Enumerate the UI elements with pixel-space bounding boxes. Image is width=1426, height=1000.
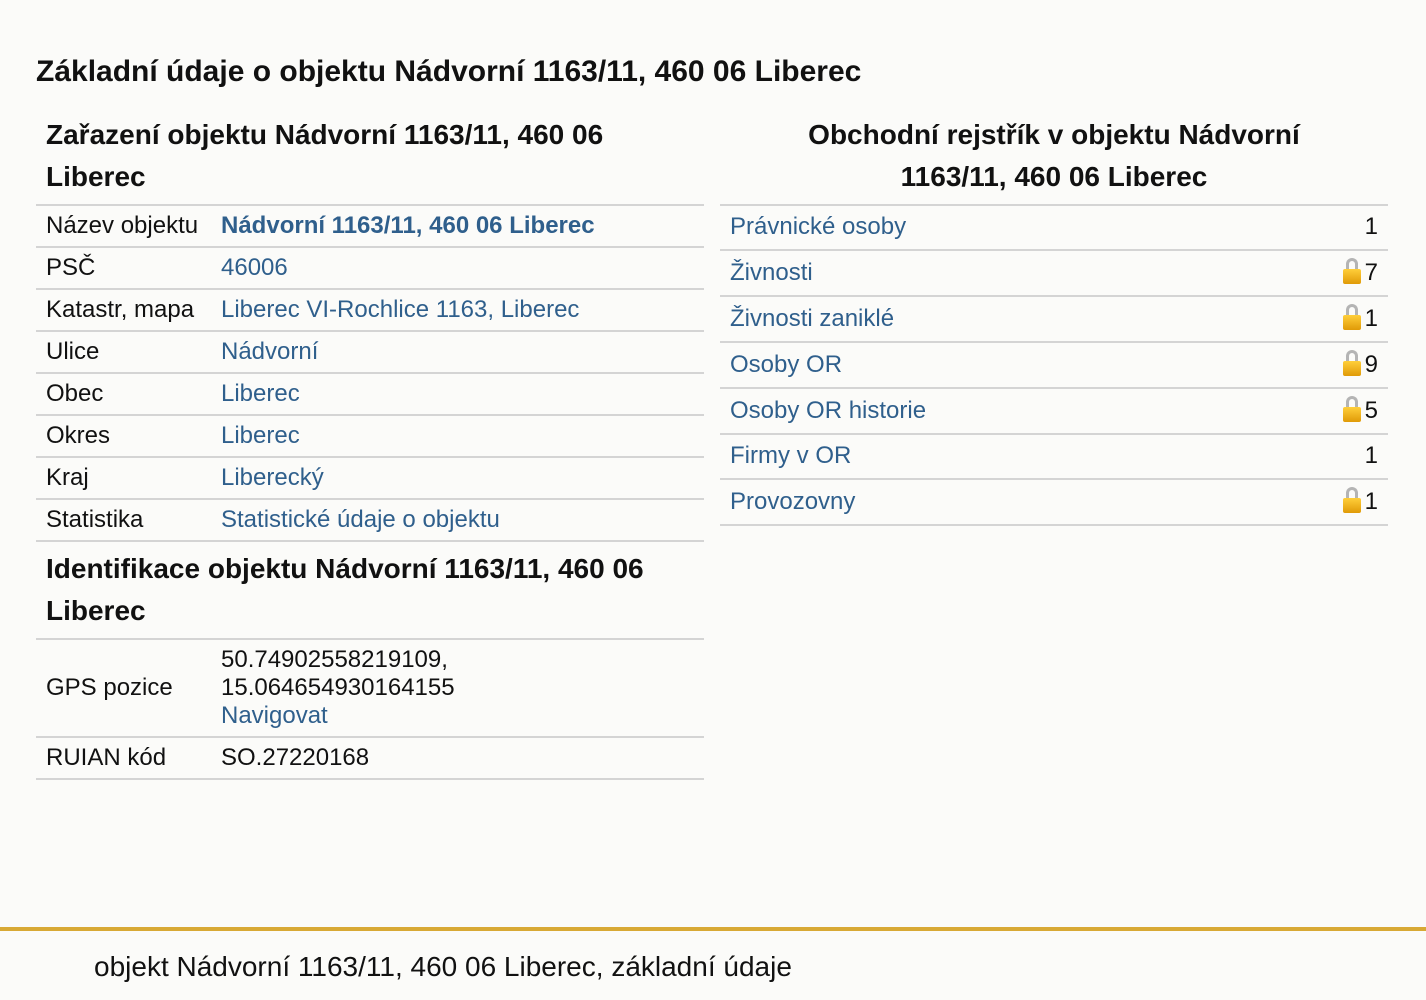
table-row: Kraj Liberecký: [36, 457, 704, 500]
row-label: Název objektu: [36, 205, 211, 248]
ruian-value: SO.27220168: [211, 737, 704, 780]
count-value: 5: [1364, 397, 1378, 424]
pravnicke-osoby-link[interactable]: Právnické osoby: [730, 213, 906, 240]
row-label: GPS pozice: [36, 639, 211, 738]
lock-icon: [1342, 396, 1361, 422]
count-value: 1: [1364, 488, 1378, 515]
section-title-zarazeni: Zařazení objektu Nádvorní 1163/11, 460 0…: [46, 119, 604, 192]
right-column: Obchodní rejstřík v objektu Nádvorní 116…: [720, 108, 1388, 526]
footer-text: objekt Nádvorní 1163/11, 460 06 Liberec,…: [94, 951, 792, 982]
lock-icon: [1342, 487, 1361, 513]
kraj-link[interactable]: Liberecký: [221, 464, 324, 491]
count-value: 1: [1364, 213, 1378, 240]
row-label: PSČ: [36, 247, 211, 290]
firmy-v-or-link[interactable]: Firmy v OR: [730, 442, 851, 469]
row-label: Ulice: [36, 331, 211, 374]
count-value: 9: [1364, 351, 1378, 378]
row-label: Statistika: [36, 499, 211, 542]
ulice-link[interactable]: Nádvorní: [221, 338, 318, 365]
identifikace-table: GPS pozice 50.74902558219109, 15.0646549…: [36, 638, 704, 780]
table-row: Provozovny 1: [720, 479, 1388, 526]
footer-divider: [0, 927, 1426, 931]
table-row: Živnosti 7: [720, 250, 1388, 297]
table-row: Obec Liberec: [36, 373, 704, 416]
statistika-link[interactable]: Statistické údaje o objektu: [221, 506, 500, 533]
obec-link[interactable]: Liberec: [221, 380, 300, 407]
obchodni-table: Právnické osoby 1 Živnosti 7 Živnosti za…: [720, 204, 1388, 526]
table-row: PSČ 46006: [36, 247, 704, 290]
katastr-link[interactable]: Liberec VI-Rochlice 1163, Liberec: [221, 296, 579, 323]
psc-link[interactable]: 46006: [221, 254, 288, 281]
zivnosti-zanikle-link[interactable]: Živnosti zaniklé: [730, 305, 894, 332]
osoby-or-link[interactable]: Osoby OR: [730, 351, 842, 378]
left-column: Zařazení objektu Nádvorní 1163/11, 460 0…: [36, 108, 704, 780]
lock-icon: [1342, 350, 1361, 376]
row-label: Okres: [36, 415, 211, 458]
count-value: 1: [1364, 305, 1378, 332]
navigate-link[interactable]: Navigovat: [221, 702, 328, 729]
table-row: Osoby OR 9: [720, 342, 1388, 389]
table-row: Okres Liberec: [36, 415, 704, 458]
page-title: Základní údaje o objektu Nádvorní 1163/1…: [36, 55, 862, 88]
row-label: RUIAN kód: [36, 737, 211, 780]
table-row: Firmy v OR 1: [720, 434, 1388, 480]
table-row: Živnosti zaniklé 1: [720, 296, 1388, 343]
object-name-link[interactable]: Nádvorní 1163/11, 460 06 Liberec: [221, 212, 595, 239]
section-title-obchodni: Obchodní rejstřík v objektu Nádvorní 116…: [808, 119, 1300, 192]
row-label: Katastr, mapa: [36, 289, 211, 332]
row-label: Obec: [36, 373, 211, 416]
table-row: RUIAN kód SO.27220168: [36, 737, 704, 780]
zivnosti-link[interactable]: Živnosti: [730, 259, 813, 286]
count-value: 7: [1364, 259, 1378, 286]
table-row: Statistika Statistické údaje o objektu: [36, 499, 704, 542]
table-row: GPS pozice 50.74902558219109, 15.0646549…: [36, 639, 704, 738]
lock-icon: [1342, 304, 1361, 330]
table-row: Název objektu Nádvorní 1163/11, 460 06 L…: [36, 205, 704, 248]
provozovny-link[interactable]: Provozovny: [730, 488, 855, 515]
gps-longitude: 15.064654930164155: [221, 674, 455, 701]
row-label: Kraj: [36, 457, 211, 500]
zarazeni-table: Název objektu Nádvorní 1163/11, 460 06 L…: [36, 204, 704, 542]
table-row: Právnické osoby 1: [720, 205, 1388, 251]
okres-link[interactable]: Liberec: [221, 422, 300, 449]
gps-latitude: 50.74902558219109,: [221, 646, 448, 673]
count-value: 1: [1364, 442, 1378, 469]
table-row: Osoby OR historie 5: [720, 388, 1388, 435]
section-title-identifikace: Identifikace objektu Nádvorní 1163/11, 4…: [46, 553, 644, 626]
lock-icon: [1342, 258, 1361, 284]
table-row: Katastr, mapa Liberec VI-Rochlice 1163, …: [36, 289, 704, 332]
osoby-or-historie-link[interactable]: Osoby OR historie: [730, 397, 926, 424]
table-row: Ulice Nádvorní: [36, 331, 704, 374]
